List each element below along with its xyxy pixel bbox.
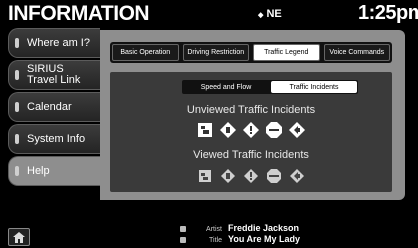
help-panel: Basic Operation Driving Restriction Traf… [100, 30, 405, 200]
road-closed-icon [266, 122, 282, 138]
now-playing-title: Title You Are My Lady [190, 234, 300, 244]
road-work-icon [220, 168, 236, 184]
bullet-icon [15, 38, 19, 48]
sidebar-item-where-am-i[interactable]: Where am I? [8, 28, 100, 58]
unviewed-title: Unviewed Traffic Incidents [186, 104, 316, 116]
warning-icon [243, 168, 259, 184]
tab-traffic-legend[interactable]: Traffic Legend [253, 44, 320, 61]
compass-icon: ◆ [258, 12, 264, 19]
bullet-icon [15, 134, 19, 144]
traffic-legend-content: Speed and Flow Traffic Incidents Unviewe… [110, 72, 392, 192]
sidebar: Where am I? SIRIUS Travel Link Calendar … [0, 28, 100, 198]
tab-driving-restriction[interactable]: Driving Restriction [182, 44, 249, 61]
home-button[interactable] [8, 228, 30, 246]
incident-arrow-icon [289, 168, 305, 184]
tab-basic-operation[interactable]: Basic Operation [112, 44, 179, 61]
home-icon [13, 231, 25, 243]
legend-subtabs: Speed and Flow Traffic Incidents [182, 80, 358, 94]
traffic-jam-icon [197, 122, 213, 138]
bullet-icon [15, 70, 19, 80]
road-closed-icon [266, 168, 282, 184]
compass-heading: NE [266, 8, 282, 20]
tab-voice-commands[interactable]: Voice Commands [323, 44, 390, 61]
title-value: You Are My Lady [228, 234, 301, 244]
subtab-speed-and-flow[interactable]: Speed and Flow [183, 81, 269, 93]
subtab-traffic-incidents[interactable]: Traffic Incidents [271, 81, 357, 93]
viewed-title: Viewed Traffic Incidents [193, 149, 309, 161]
bullet-icon [15, 102, 19, 112]
now-playing-artist: Artist Freddie Jackson [190, 223, 299, 233]
page-title: INFORMATION [8, 2, 150, 25]
incident-arrow-icon [289, 122, 305, 138]
sidebar-item-label: Where am I? [27, 36, 90, 49]
sidebar-item-help[interactable]: Help [8, 156, 100, 186]
road-work-icon [220, 122, 236, 138]
warning-icon [243, 122, 259, 138]
artist-key: Artist [206, 226, 222, 233]
title-key: Title [209, 237, 222, 244]
artist-value: Freddie Jackson [228, 223, 300, 233]
sidebar-item-label: SIRIUS Travel Link [27, 63, 81, 86]
compass-indicator: ◆ NE [258, 8, 282, 20]
traffic-jam-icon [197, 168, 213, 184]
sidebar-item-calendar[interactable]: Calendar [8, 92, 100, 122]
artist-icon [180, 226, 186, 232]
sidebar-item-travel-link[interactable]: SIRIUS Travel Link [8, 60, 100, 90]
bullet-icon [15, 166, 19, 176]
unviewed-icons-row [110, 122, 392, 138]
sidebar-item-system-info[interactable]: System Info [8, 124, 100, 154]
help-tabs: Basic Operation Driving Restriction Traf… [110, 42, 392, 63]
sidebar-item-label: Help [27, 164, 50, 177]
screen: INFORMATION ◆ NE 1:25pm Where am I? SIRI… [0, 0, 418, 248]
sidebar-item-label: Calendar [27, 100, 72, 113]
sidebar-item-label: System Info [27, 132, 86, 145]
title-icon [180, 237, 186, 243]
viewed-icons-row [110, 168, 392, 184]
clock: 1:25pm [358, 2, 418, 24]
